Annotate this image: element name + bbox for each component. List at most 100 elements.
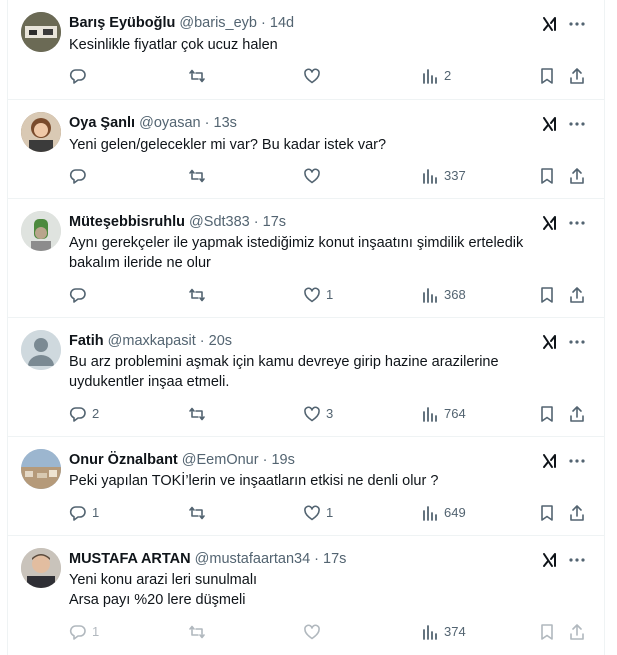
views-button[interactable]: 374 (421, 623, 466, 641)
avatar[interactable] (21, 211, 61, 251)
tweet-text-line: bakalım ileride ne olur (69, 255, 211, 271)
tweet-0[interactable]: Barış Eyüboğlu @baris_eyb · 14d Kesinlik… (8, 0, 604, 100)
reply-button[interactable] (69, 167, 92, 185)
share-icon[interactable] (568, 67, 586, 85)
retweet-button[interactable] (188, 623, 211, 641)
more-options-icon[interactable] (568, 214, 586, 232)
retweet-button[interactable] (188, 67, 211, 85)
more-options-icon[interactable] (568, 115, 586, 133)
like-button[interactable] (303, 67, 326, 85)
reply-button[interactable]: 1 (69, 504, 99, 522)
retweet-button[interactable] (188, 405, 211, 423)
tweet-4[interactable]: Onur Öznalbant @EemOnur · 19s Peki yapıl… (8, 437, 604, 536)
reply-button[interactable] (69, 67, 92, 85)
timestamp[interactable]: 20s (209, 333, 232, 349)
avatar[interactable] (21, 12, 61, 52)
user-handle[interactable]: @baris_eyb (179, 15, 257, 31)
like-button[interactable]: 3 (303, 405, 333, 423)
tweet-text-line: Yeni gelen/gelecekler mi var? Bu kadar i… (69, 137, 387, 153)
views-button[interactable]: 764 (421, 405, 466, 423)
heart-icon (304, 624, 320, 640)
display-name[interactable]: Müteşebbisruhlu (69, 214, 185, 230)
like-button[interactable]: 1 (303, 504, 333, 522)
tweet-text: Kesinlikle fiyatlar çok ucuz halen (69, 35, 549, 55)
display-name[interactable]: Fatih (69, 333, 104, 349)
like-button[interactable]: 1 (303, 286, 333, 304)
avatar[interactable] (21, 449, 61, 489)
grok-icon[interactable] (541, 551, 559, 569)
tweet-2[interactable]: Müteşebbisruhlu @Sdt383 · 17s Aynı gerek… (8, 199, 604, 318)
more-options-icon[interactable] (568, 15, 586, 33)
bookmark-icon[interactable] (538, 67, 556, 85)
reply-icon (69, 407, 86, 422)
share-icon[interactable] (568, 504, 586, 522)
share-icon[interactable] (568, 167, 586, 185)
tweet-text-line: Yeni konu arazi leri sunulmalı (69, 572, 258, 588)
more-options-icon[interactable] (568, 452, 586, 470)
reply-count: 2 (92, 406, 100, 421)
user-handle[interactable]: @mustafaartan34 (195, 551, 310, 567)
reply-icon (69, 288, 86, 303)
views-button[interactable]: 368 (421, 286, 466, 304)
timestamp[interactable]: 13s (214, 115, 237, 131)
tweet-text-line: Arsa payı %20 lere düşmeli (69, 592, 246, 608)
user-handle[interactable]: @Sdt383 (189, 214, 250, 230)
bookmark-icon[interactable] (538, 405, 556, 423)
views-count: 649 (444, 505, 466, 520)
user-handle[interactable]: @EemOnur (182, 452, 259, 468)
separator-dot: · (314, 551, 320, 567)
views-count: 764 (444, 406, 466, 421)
retweet-button[interactable] (188, 286, 211, 304)
avatar[interactable] (21, 112, 61, 152)
display-name[interactable]: Oya Şanlı (69, 115, 135, 131)
analytics-icon (423, 625, 437, 640)
retweet-icon (189, 407, 205, 421)
views-count: 374 (444, 624, 466, 639)
timestamp[interactable]: 19s (271, 452, 294, 468)
tweet-5[interactable]: MUSTAFA ARTAN @mustafaartan34 · 17s Yeni… (8, 536, 604, 655)
bookmark-icon[interactable] (538, 286, 556, 304)
retweet-button[interactable] (188, 167, 211, 185)
grok-icon[interactable] (541, 452, 559, 470)
timestamp[interactable]: 14d (270, 15, 294, 31)
separator-dot: · (253, 214, 259, 230)
views-count: 368 (444, 287, 466, 302)
reply-button[interactable]: 1 (69, 623, 99, 641)
tweet-text-line: uydukentler inşaa etmeli. (69, 374, 230, 390)
heart-icon (304, 287, 320, 303)
share-icon[interactable] (568, 405, 586, 423)
display-name[interactable]: Barış Eyüboğlu (69, 15, 175, 31)
share-icon[interactable] (568, 623, 586, 641)
tweet-text: Yeni gelen/gelecekler mi var? Bu kadar i… (69, 135, 549, 155)
timestamp[interactable]: 17s (323, 551, 346, 567)
avatar[interactable] (21, 548, 61, 588)
bookmark-icon[interactable] (538, 167, 556, 185)
reply-count: 1 (92, 624, 100, 639)
views-button[interactable]: 2 (421, 67, 451, 85)
user-handle[interactable]: @maxkapasit (108, 333, 196, 349)
views-button[interactable]: 649 (421, 504, 466, 522)
grok-icon[interactable] (541, 333, 559, 351)
display-name[interactable]: MUSTAFA ARTAN (69, 551, 191, 567)
tweet-3[interactable]: Fatih @maxkapasit · 20s Bu arz problemin… (8, 318, 604, 437)
bookmark-icon[interactable] (538, 623, 556, 641)
more-options-icon[interactable] (568, 333, 586, 351)
like-button[interactable] (303, 623, 326, 641)
grok-icon[interactable] (541, 214, 559, 232)
views-button[interactable]: 337 (421, 167, 466, 185)
reply-button[interactable]: 2 (69, 405, 99, 423)
retweet-button[interactable] (188, 504, 211, 522)
reply-button[interactable] (69, 286, 92, 304)
analytics-icon (423, 407, 437, 422)
user-handle[interactable]: @oyasan (139, 115, 200, 131)
share-icon[interactable] (568, 286, 586, 304)
timestamp[interactable]: 17s (263, 214, 286, 230)
bookmark-icon[interactable] (538, 504, 556, 522)
display-name[interactable]: Onur Öznalbant (69, 452, 178, 468)
like-button[interactable] (303, 167, 326, 185)
grok-icon[interactable] (541, 115, 559, 133)
more-options-icon[interactable] (568, 551, 586, 569)
grok-icon[interactable] (541, 15, 559, 33)
avatar[interactable] (21, 330, 61, 370)
tweet-1[interactable]: Oya Şanlı @oyasan · 13s Yeni gelen/gelec… (8, 100, 604, 199)
